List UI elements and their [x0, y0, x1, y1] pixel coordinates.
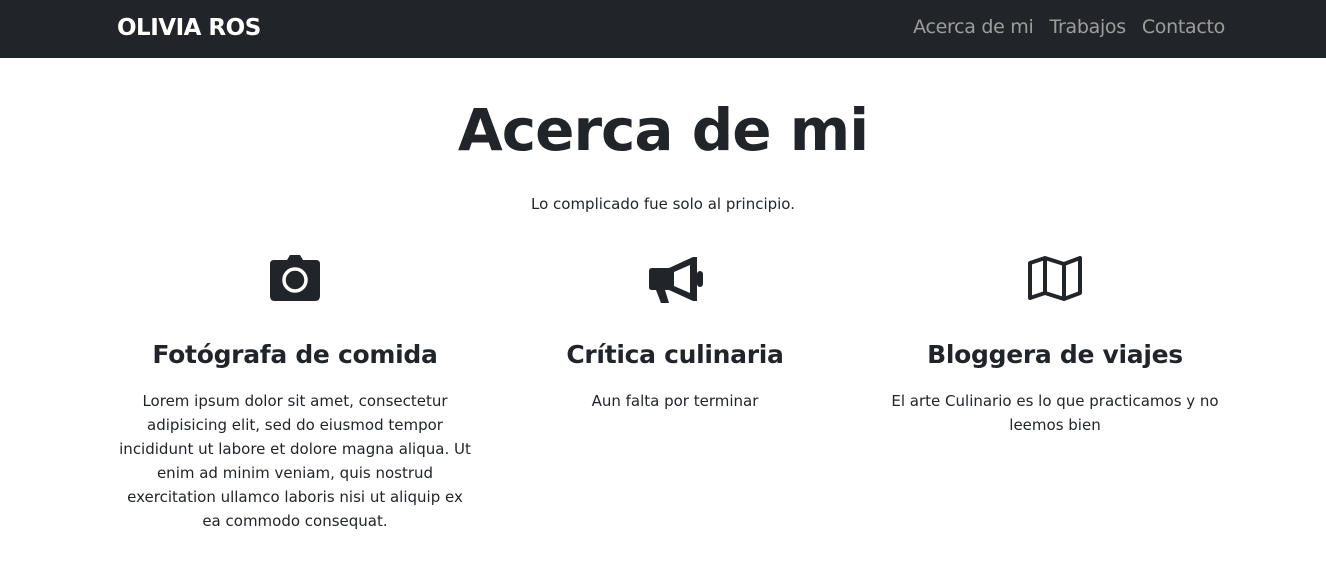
map-icon — [1025, 255, 1085, 307]
nav-links: Acerca de mi Trabajos Contacto — [913, 13, 1225, 41]
camera-icon — [265, 255, 325, 307]
navbar: OLIVIA ROS Acerca de mi Trabajos Contact… — [0, 0, 1326, 58]
bullhorn-icon — [645, 255, 705, 307]
feature-title: Crítica culinaria — [566, 340, 784, 369]
page-subtitle: Lo complicado fue solo al principio. — [530, 195, 795, 213]
feature-column-travel: Bloggera de viajes El arte Culinario es … — [875, 255, 1235, 437]
nav-link-contacto[interactable]: Contacto — [1142, 13, 1225, 41]
feature-text: Aun falta por terminar — [591, 392, 759, 410]
page-title: Acerca de mi — [457, 96, 869, 164]
feature-title: Fotógrafa de comida — [152, 340, 438, 369]
nav-link-acerca[interactable]: Acerca de mi — [913, 13, 1034, 41]
feature-text: Lorem ipsum dolor sit amet, consectetur … — [119, 392, 471, 530]
brand-link[interactable]: OLIVIA ROS — [117, 13, 261, 43]
nav-link-trabajos[interactable]: Trabajos — [1049, 13, 1126, 41]
feature-column-critic: Crítica culinaria Aun falta por terminar — [495, 255, 855, 413]
feature-column-photography: Fotógrafa de comida Lorem ipsum dolor si… — [115, 255, 475, 533]
feature-title: Bloggera de viajes — [927, 340, 1183, 369]
feature-text: El arte Culinario es lo que practicamos … — [891, 392, 1219, 434]
